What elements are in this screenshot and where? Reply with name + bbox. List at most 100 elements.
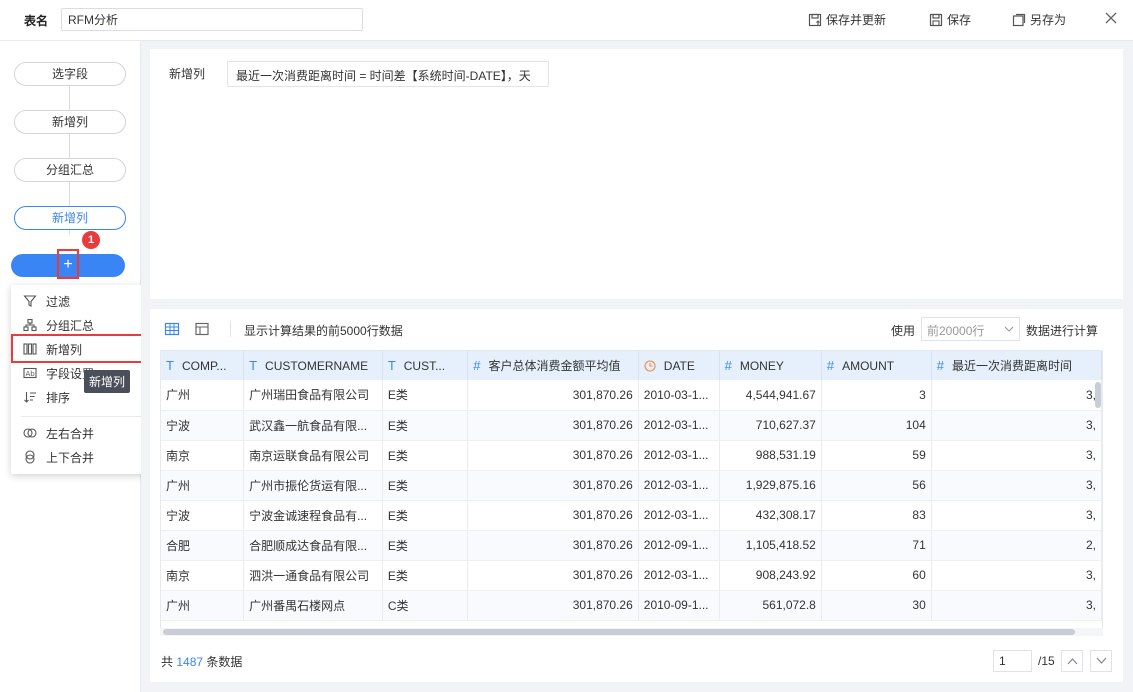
table-cell: 广州瑞田食品有限公司 bbox=[243, 380, 383, 411]
svg-text:Ab: Ab bbox=[26, 370, 36, 378]
column-header[interactable]: T COMP... bbox=[161, 351, 245, 380]
merge-horizontal-icon bbox=[23, 428, 37, 438]
chevron-down-icon bbox=[1096, 657, 1107, 664]
row-limit-select[interactable]: 前20000行 bbox=[921, 317, 1020, 341]
column-header[interactable]: T CUST... bbox=[382, 351, 469, 380]
formula-input[interactable]: 最近一次消费距离时间 = 时间差【系统时间-DATE】，天 bbox=[227, 61, 549, 87]
table-cell: E类 bbox=[382, 530, 469, 561]
table-cell: 2012-03-1... bbox=[638, 500, 720, 531]
column-header-label: COMP... bbox=[181, 359, 227, 373]
table-cell: 2012-03-1... bbox=[638, 440, 720, 471]
step-group-summary[interactable]: 分组汇总 bbox=[14, 158, 126, 182]
table-row[interactable]: 合肥 合肥顺成达食品有限... E类 301,870.26 2012-09-1... 1,… bbox=[161, 530, 1102, 561]
table-cell: 71 bbox=[821, 530, 932, 561]
table-cell: 2012-09-1... bbox=[638, 530, 720, 561]
menu-item-add-column[interactable]: 新增列 bbox=[11, 337, 151, 361]
table-row[interactable]: 南京 南京运联食品有限公司 E类 301,870.26 2012-03-1... 988,… bbox=[161, 440, 1102, 471]
table-cell: 301,870.26 bbox=[467, 380, 639, 411]
data-table: T COMP... T CUSTOMERNAME T CUST... # 客户总体消费金… bbox=[161, 351, 1102, 621]
menu-item-label: 左右合并 bbox=[46, 426, 95, 441]
text-type-icon: T bbox=[166, 358, 174, 373]
table-cell: 3, bbox=[931, 590, 1102, 621]
column-header[interactable]: # 客户总体消费金额平均值 bbox=[467, 351, 639, 380]
number-type-icon: # bbox=[724, 358, 732, 373]
save-label: 保存 bbox=[947, 13, 972, 27]
number-type-icon: # bbox=[936, 358, 944, 373]
table-row[interactable]: 南京 泗洪一通食品有限公司 E类 301,870.26 2012-03-1... 908,… bbox=[161, 560, 1102, 591]
step-select-fields[interactable]: 选字段 bbox=[14, 62, 126, 86]
column-header[interactable]: DATE bbox=[638, 351, 720, 380]
table-name-label: 表名 bbox=[24, 14, 49, 28]
horizontal-scrollbar[interactable] bbox=[163, 629, 1075, 635]
column-header[interactable]: T CUSTOMERNAME bbox=[243, 351, 383, 380]
table-cell: 59 bbox=[821, 440, 932, 471]
table-cell: C类 bbox=[382, 590, 469, 621]
save-update-icon bbox=[808, 13, 822, 26]
page-number-input[interactable] bbox=[993, 650, 1032, 672]
table-row[interactable]: 广州 广州市振伦货运有限... E类 301,870.26 2012-03-1... 1,… bbox=[161, 470, 1102, 501]
table-cell: 561,072.8 bbox=[719, 590, 822, 621]
save-and-update-button[interactable]: 保存并更新 bbox=[808, 11, 886, 28]
menu-item-group-summary[interactable]: 分组汇总 bbox=[11, 313, 151, 337]
total-number: 1487 bbox=[176, 655, 204, 669]
table-cell: 广州 bbox=[161, 470, 245, 501]
table-row[interactable]: 广州 广州番禺石楼网点 C类 301,870.26 2010-09-1... 561,07… bbox=[161, 590, 1102, 621]
table-body: 广州 广州瑞田食品有限公司 E类 301,870.26 2010-03-1... 4,54… bbox=[161, 380, 1102, 621]
column-header[interactable]: # AMOUNT bbox=[821, 351, 932, 380]
table-cell: 1,929,875.16 bbox=[719, 470, 822, 501]
save-and-update-label: 保存并更新 bbox=[826, 13, 887, 27]
layout-view-icon[interactable] bbox=[194, 321, 210, 337]
total-count: 共 1487 条数据 bbox=[161, 653, 242, 670]
table-name-input[interactable] bbox=[61, 8, 363, 31]
prev-page-button[interactable] bbox=[1061, 650, 1083, 672]
column-header[interactable]: # 最近一次消费距离时间 bbox=[931, 351, 1102, 380]
next-page-button[interactable] bbox=[1090, 650, 1112, 672]
menu-item-filter[interactable]: 过滤 bbox=[11, 289, 151, 313]
table-cell: E类 bbox=[382, 380, 469, 411]
table-cell: E类 bbox=[382, 410, 469, 441]
table-cell: 301,870.26 bbox=[467, 560, 639, 591]
table-cell: 988,531.19 bbox=[719, 440, 822, 471]
step-add-column-active[interactable]: 新增列 bbox=[14, 206, 126, 230]
menu-item-label: 分组汇总 bbox=[46, 318, 95, 333]
number-type-icon: # bbox=[473, 358, 481, 373]
table-row[interactable]: 宁波 宁波金诚速程食品有... E类 301,870.26 2012-03-1... 43… bbox=[161, 500, 1102, 531]
vertical-scrollbar[interactable] bbox=[1095, 382, 1101, 408]
column-header-label: MONEY bbox=[739, 359, 784, 373]
table-view-icon[interactable] bbox=[164, 321, 180, 337]
data-grid: T COMP... T CUSTOMERNAME T CUST... # 客户总体消费金… bbox=[160, 350, 1103, 630]
total-suffix: 条数据 bbox=[206, 655, 243, 669]
column-header[interactable]: # MONEY bbox=[719, 351, 822, 380]
table-cell: 武汉鑫一航食品有限... bbox=[243, 410, 383, 441]
close-icon[interactable] bbox=[1103, 10, 1119, 26]
table-cell: 2012-03-1... bbox=[638, 560, 720, 591]
table-row[interactable]: 宁波 武汉鑫一航食品有限... E类 301,870.26 2012-03-1... 71… bbox=[161, 410, 1102, 441]
table-cell: E类 bbox=[382, 470, 469, 501]
table-cell: 宁波 bbox=[161, 410, 245, 441]
table-cell: 合肥顺成达食品有限... bbox=[243, 530, 383, 561]
table-cell: 30 bbox=[821, 590, 932, 621]
table-cell: 3, bbox=[931, 380, 1102, 411]
menu-item-label: 上下合并 bbox=[46, 450, 95, 465]
table-cell: 广州市振伦货运有限... bbox=[243, 470, 383, 501]
table-row[interactable]: 广州 广州瑞田食品有限公司 E类 301,870.26 2010-03-1... 4,54… bbox=[161, 380, 1102, 411]
filter-icon bbox=[23, 295, 37, 307]
add-step-button[interactable]: + bbox=[11, 254, 125, 277]
menu-item-merge-horizontal[interactable]: 左右合并 bbox=[11, 421, 151, 445]
table-cell: 3, bbox=[931, 470, 1102, 501]
chevron-up-icon bbox=[1067, 658, 1078, 665]
table-cell: 宁波 bbox=[161, 500, 245, 531]
menu-item-label: 排序 bbox=[46, 390, 71, 405]
add-column-icon bbox=[23, 343, 37, 355]
save-button[interactable]: 保存 bbox=[929, 11, 971, 28]
save-as-label: 另存为 bbox=[1030, 13, 1067, 27]
table-cell: 908,243.92 bbox=[719, 560, 822, 591]
save-as-button[interactable]: 另存为 bbox=[1012, 11, 1066, 28]
step-add-column[interactable]: 新增列 bbox=[14, 110, 126, 134]
table-cell: 60 bbox=[821, 560, 932, 591]
group-icon bbox=[23, 318, 37, 332]
table-cell: 2, bbox=[931, 530, 1102, 561]
menu-item-merge-vertical[interactable]: 上下合并 bbox=[11, 445, 151, 469]
table-cell: 710,627.37 bbox=[719, 410, 822, 441]
menu-divider bbox=[21, 416, 141, 417]
